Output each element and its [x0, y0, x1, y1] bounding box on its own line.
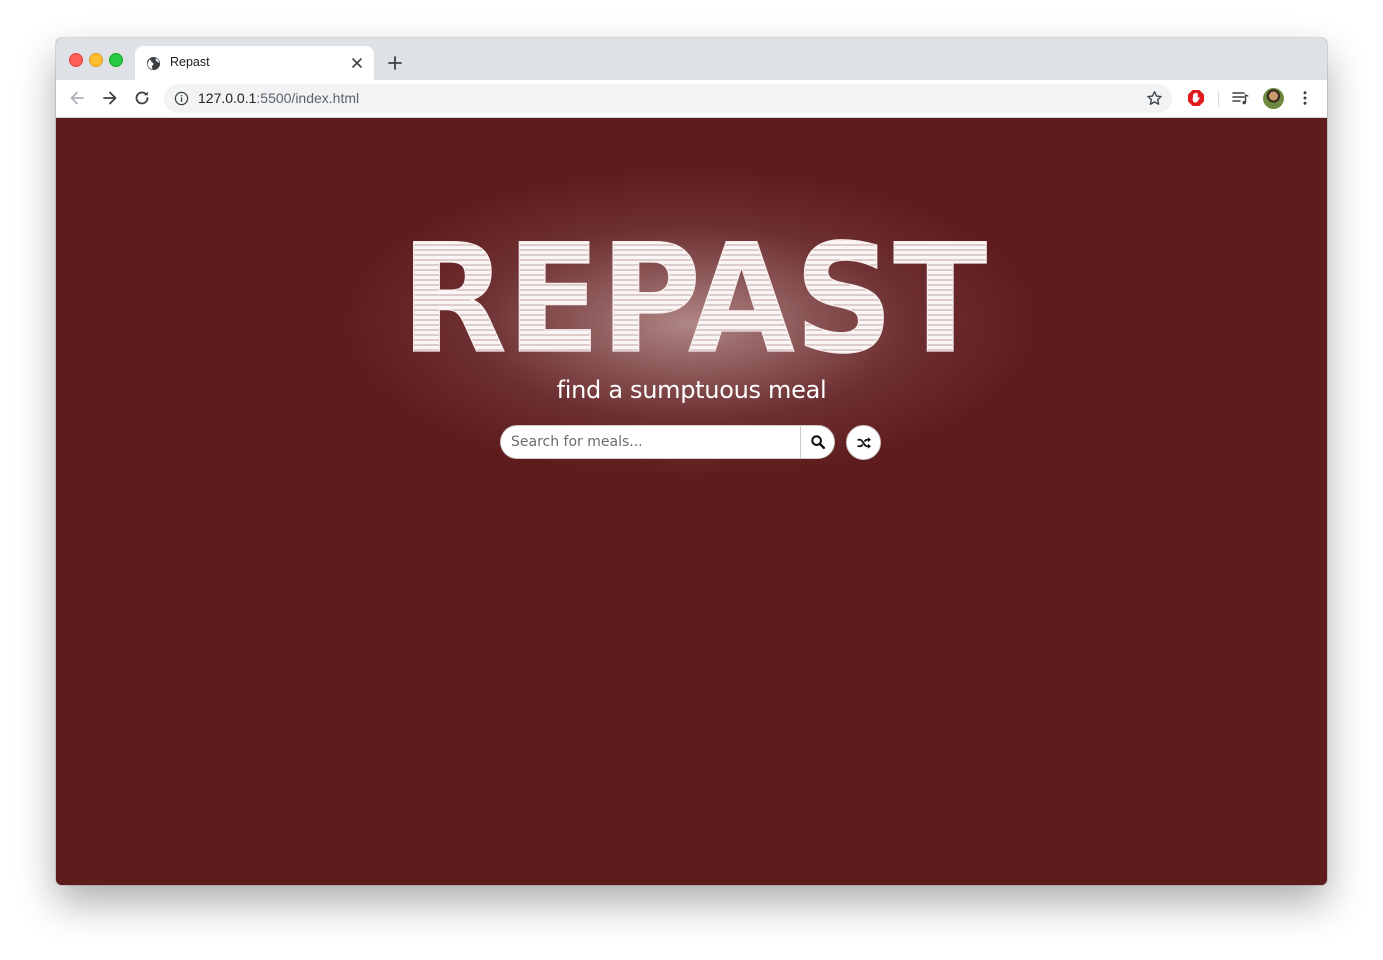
- tab-title: Repast: [170, 55, 210, 69]
- close-icon[interactable]: [350, 56, 364, 70]
- browser-toolbar: 127.0.0.1:5500/index.html: [56, 80, 1327, 118]
- url-path: :5500/index.html: [256, 90, 360, 106]
- address-bar[interactable]: 127.0.0.1:5500/index.html: [164, 84, 1172, 113]
- minimize-window-button[interactable]: [89, 53, 103, 67]
- url-host: 127.0.0.1: [198, 90, 257, 106]
- page-content: REPAST find a sumptuous meal: [56, 118, 1327, 885]
- arrow-left-icon[interactable]: [67, 88, 87, 108]
- tab-strip: Repast: [56, 38, 1327, 80]
- search-form: [500, 425, 836, 459]
- url-text[interactable]: 127.0.0.1:5500/index.html: [198, 90, 359, 106]
- zoom-window-button[interactable]: [109, 53, 123, 67]
- toolbar-divider: [1218, 91, 1219, 107]
- adblock-icon[interactable]: [1187, 89, 1205, 107]
- globe-icon: [146, 56, 161, 71]
- info-icon[interactable]: [174, 91, 189, 106]
- new-tab-button[interactable]: [387, 55, 403, 71]
- search-button[interactable]: [800, 425, 835, 459]
- tagline: find a sumptuous meal: [556, 376, 827, 404]
- star-icon[interactable]: [1146, 90, 1163, 107]
- close-window-button[interactable]: [69, 53, 83, 67]
- logo-text: REPAST: [401, 236, 987, 366]
- search-input[interactable]: [500, 425, 800, 459]
- random-meal-button[interactable]: [846, 425, 881, 460]
- avatar[interactable]: [1263, 88, 1284, 109]
- arrow-right-icon[interactable]: [100, 88, 120, 108]
- reload-icon[interactable]: [132, 88, 152, 108]
- repast-logo: REPAST: [400, 236, 987, 366]
- search-icon: [810, 435, 825, 450]
- browser-window: Repast 127.0.0.1:5500/index.html REPAST …: [56, 38, 1327, 885]
- browser-tab[interactable]: Repast: [135, 46, 374, 80]
- media-queue-icon[interactable]: [1231, 89, 1249, 107]
- kebab-menu-icon[interactable]: [1296, 89, 1314, 107]
- shuffle-icon: [857, 436, 871, 449]
